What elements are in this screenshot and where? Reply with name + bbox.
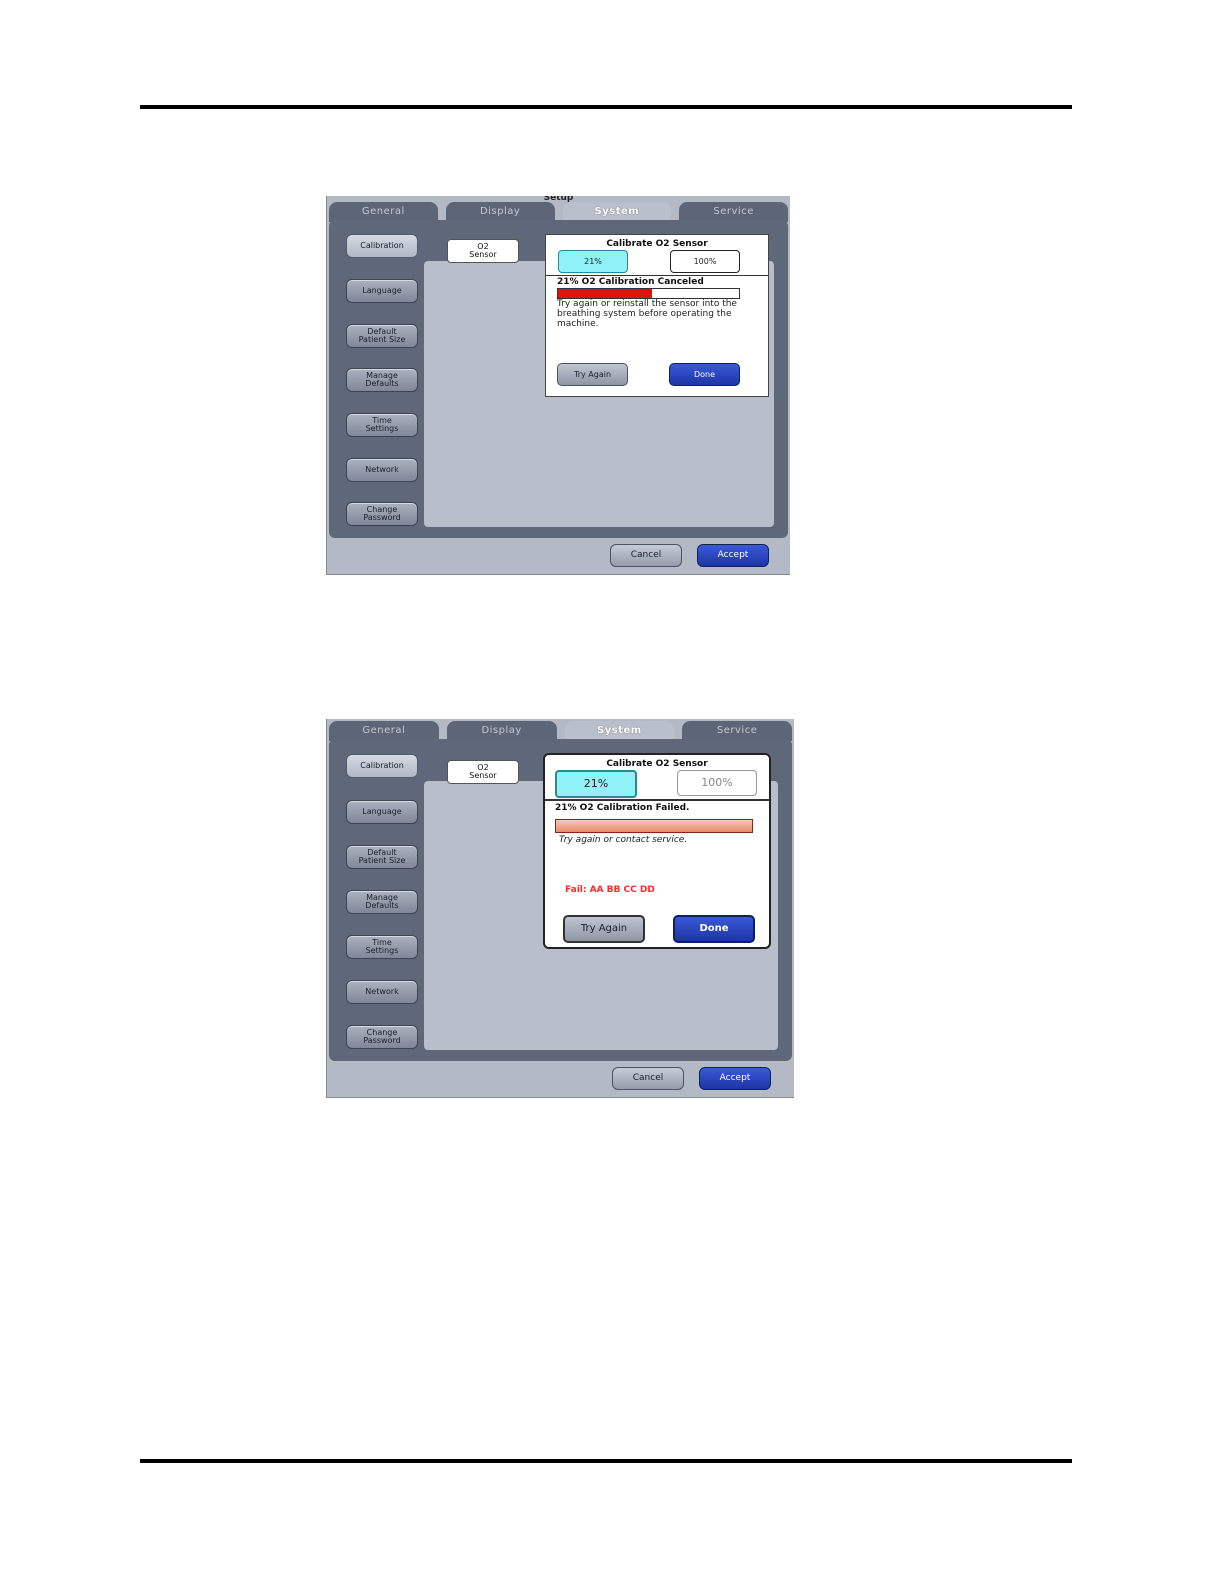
time-settings-button[interactable]: Time Settings: [346, 413, 418, 437]
language-button[interactable]: Language: [346, 279, 418, 303]
progress-fill: [558, 289, 653, 298]
tab-bar: General Display System Service: [329, 721, 792, 741]
calibration-button[interactable]: Calibration: [346, 234, 418, 258]
calibrate-dialog: Calibrate O2 Sensor 21% 100% 21% O2 Cali…: [543, 753, 771, 949]
change-password-button[interactable]: Change Password: [346, 1025, 418, 1049]
setup-screen-canceled: Setup General Display System Service Cal…: [326, 196, 790, 575]
tab-bar: General Display System Service: [329, 202, 788, 222]
calibration-status: 21% O2 Calibration Canceled: [557, 277, 704, 287]
tab-service[interactable]: Service: [679, 202, 788, 222]
pct-100-button[interactable]: 100%: [670, 250, 740, 273]
tab-general[interactable]: General: [329, 202, 438, 222]
tab-general[interactable]: General: [329, 721, 439, 741]
dialog-message: Try again or reinstall the sensor into t…: [557, 299, 737, 329]
dialog-divider: [546, 275, 768, 276]
tab-service[interactable]: Service: [682, 721, 792, 741]
accept-button[interactable]: Accept: [699, 1067, 771, 1090]
manage-defaults-button[interactable]: Manage Defaults: [346, 368, 418, 392]
default-patient-size-button[interactable]: Default Patient Size: [346, 845, 418, 869]
calibration-progress: [555, 819, 753, 833]
tab-display[interactable]: Display: [445, 202, 555, 222]
pct-21-button[interactable]: 21%: [555, 770, 637, 798]
tab-display[interactable]: Display: [446, 721, 557, 741]
time-settings-button[interactable]: Time Settings: [346, 935, 418, 959]
cancel-button[interactable]: Cancel: [612, 1067, 684, 1090]
tab-system[interactable]: System: [562, 202, 672, 222]
try-again-button[interactable]: Try Again: [557, 363, 628, 386]
default-patient-size-button[interactable]: Default Patient Size: [346, 324, 418, 348]
calibration-button[interactable]: Calibration: [346, 754, 418, 778]
network-button[interactable]: Network: [346, 980, 418, 1004]
dialog-title: Calibrate O2 Sensor: [606, 759, 708, 769]
calibration-status: 21% O2 Calibration Failed.: [555, 803, 690, 813]
dialog-title: Calibrate O2 Sensor: [606, 239, 708, 249]
done-button[interactable]: Done: [669, 363, 740, 386]
setup-screen-failed: General Display System Service Calibrati…: [326, 719, 794, 1098]
accept-button[interactable]: Accept: [697, 544, 769, 567]
calibrate-dialog: Calibrate O2 Sensor 21% 100% 21% O2 Cali…: [545, 234, 769, 397]
top-rule: [140, 105, 1072, 109]
pct-21-button[interactable]: 21%: [558, 250, 628, 273]
change-password-button[interactable]: Change Password: [346, 502, 418, 526]
progress-fill: [556, 820, 752, 832]
o2-sensor-button[interactable]: O2 Sensor: [447, 760, 519, 784]
dialog-message: Try again or contact service.: [559, 835, 688, 845]
done-button[interactable]: Done: [673, 915, 755, 943]
tab-system[interactable]: System: [564, 721, 675, 741]
o2-sensor-button[interactable]: O2 Sensor: [447, 239, 519, 263]
calibration-progress: [557, 288, 740, 299]
try-again-button[interactable]: Try Again: [563, 915, 645, 943]
language-button[interactable]: Language: [346, 800, 418, 824]
bottom-rule: [140, 1459, 1072, 1463]
manage-defaults-button[interactable]: Manage Defaults: [346, 890, 418, 914]
dialog-divider: [545, 799, 769, 801]
fail-code: Fail: AA BB CC DD: [565, 885, 655, 895]
network-button[interactable]: Network: [346, 458, 418, 482]
pct-100-button[interactable]: 100%: [677, 770, 757, 796]
cancel-button[interactable]: Cancel: [610, 544, 682, 567]
